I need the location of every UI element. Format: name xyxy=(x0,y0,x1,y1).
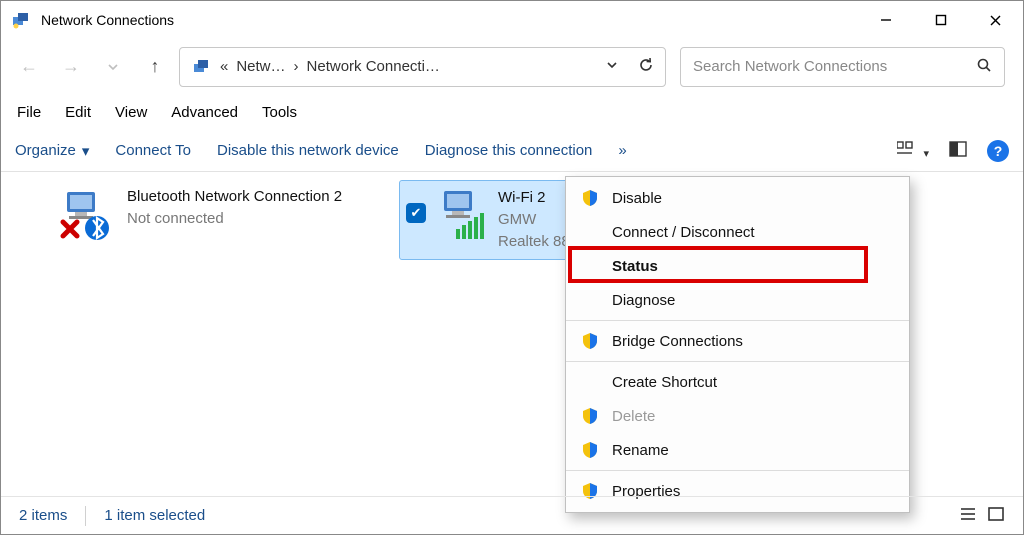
details-view-button[interactable] xyxy=(987,506,1005,526)
window: Network Connections ← → ↑ « Netw… › Netw… xyxy=(0,0,1024,535)
caret-down-icon: ▾ xyxy=(923,148,929,160)
connection-name: Bluetooth Network Connection 2 xyxy=(127,186,342,208)
forward-button[interactable]: → xyxy=(61,57,81,77)
statusbar: 2 items 1 item selected xyxy=(1,496,1023,534)
disable-device-button[interactable]: Disable this network device xyxy=(217,142,399,159)
cm-connect-disconnect[interactable]: Connect / Disconnect xyxy=(566,215,909,249)
connection-status: Not connected xyxy=(127,208,342,230)
network-adapter-icon xyxy=(57,186,117,242)
toolbar-more[interactable]: » xyxy=(618,142,626,159)
checkbox-checked[interactable]: ✔ xyxy=(406,203,426,223)
cm-diagnose[interactable]: Diagnose xyxy=(566,283,909,317)
shield-icon xyxy=(580,188,600,208)
nav-arrows: ← → ↑ xyxy=(19,57,165,77)
separator xyxy=(566,320,909,321)
up-button[interactable]: ↑ xyxy=(145,57,165,77)
network-adapter-icon xyxy=(436,187,488,243)
shield-icon xyxy=(580,331,600,351)
refresh-button[interactable] xyxy=(637,56,655,78)
connection-text: Bluetooth Network Connection 2 Not conne… xyxy=(127,186,342,230)
nav-row: ← → ↑ « Netw… › Network Connecti… Search… xyxy=(1,39,1023,94)
view-options-button[interactable]: ▾ xyxy=(897,141,929,161)
network-folder-icon xyxy=(190,56,212,78)
list-view-button[interactable] xyxy=(959,506,977,526)
search-placeholder: Search Network Connections xyxy=(693,58,887,75)
item-count: 2 items xyxy=(19,507,67,524)
separator xyxy=(85,506,86,526)
address-dropdown[interactable] xyxy=(605,58,619,76)
content-area: Bluetooth Network Connection 2 Not conne… xyxy=(1,172,1023,496)
breadcrumb-2[interactable]: Network Connecti… xyxy=(307,58,440,75)
cm-rename[interactable]: Rename xyxy=(566,433,909,467)
cm-status[interactable]: Status xyxy=(566,249,909,283)
chevron-right-icon: › xyxy=(294,58,299,75)
menubar: File Edit View Advanced Tools xyxy=(1,94,1023,130)
window-controls xyxy=(858,1,1023,39)
window-title: Network Connections xyxy=(41,12,174,28)
shield-icon xyxy=(580,406,600,426)
recent-dropdown[interactable] xyxy=(103,57,123,77)
checkbox[interactable] xyxy=(27,202,47,222)
cm-disable[interactable]: Disable xyxy=(566,181,909,215)
separator xyxy=(566,470,909,471)
app-icon xyxy=(11,10,31,30)
maximize-button[interactable] xyxy=(913,1,968,39)
separator xyxy=(566,361,909,362)
cm-delete: Delete xyxy=(566,399,909,433)
menu-advanced[interactable]: Advanced xyxy=(161,100,248,125)
organize-button[interactable]: Organize ▾ xyxy=(15,142,89,160)
cm-create-shortcut[interactable]: Create Shortcut xyxy=(566,365,909,399)
shield-icon xyxy=(580,440,600,460)
diagnose-connection-button[interactable]: Diagnose this connection xyxy=(425,142,593,159)
breadcrumb[interactable]: « Netw… › Network Connecti… xyxy=(220,58,440,75)
address-bar[interactable]: « Netw… › Network Connecti… xyxy=(179,47,666,87)
breadcrumb-1[interactable]: Netw… xyxy=(236,58,285,75)
selected-count: 1 item selected xyxy=(104,507,205,524)
menu-file[interactable]: File xyxy=(7,100,51,125)
help-button[interactable]: ? xyxy=(987,140,1009,162)
caret-down-icon: ▾ xyxy=(82,142,90,160)
menu-view[interactable]: View xyxy=(105,100,157,125)
breadcrumb-prefix: « xyxy=(220,58,228,75)
toolbar: Organize ▾ Connect To Disable this netwo… xyxy=(1,130,1023,172)
back-button[interactable]: ← xyxy=(19,57,39,77)
connection-item-bluetooth[interactable]: Bluetooth Network Connection 2 Not conne… xyxy=(21,180,391,260)
menu-tools[interactable]: Tools xyxy=(252,100,307,125)
menu-edit[interactable]: Edit xyxy=(55,100,101,125)
minimize-button[interactable] xyxy=(858,1,913,39)
preview-pane-button[interactable] xyxy=(949,141,967,161)
search-icon xyxy=(976,57,992,77)
search-input[interactable]: Search Network Connections xyxy=(680,47,1005,87)
close-button[interactable] xyxy=(968,1,1023,39)
titlebar: Network Connections xyxy=(1,1,1023,39)
connect-to-button[interactable]: Connect To xyxy=(115,142,191,159)
cm-bridge-connections[interactable]: Bridge Connections xyxy=(566,324,909,358)
context-menu: Disable Connect / Disconnect Status Diag… xyxy=(565,176,910,513)
